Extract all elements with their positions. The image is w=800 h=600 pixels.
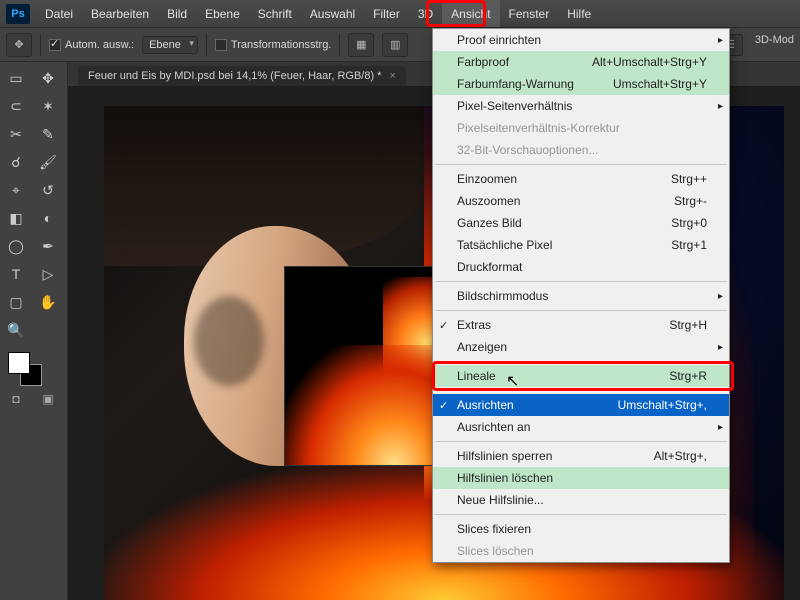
lasso-tool-icon[interactable]: ⊂ — [2, 94, 30, 118]
menu-datei[interactable]: Datei — [36, 0, 82, 27]
path-select-tool-icon[interactable]: ▷ — [34, 262, 62, 286]
menu-item-extras[interactable]: ✓ExtrasStrg+H — [433, 314, 729, 336]
menu-item-new-guide[interactable]: Neue Hilfslinie... — [433, 489, 729, 511]
gradient-tool-icon[interactable]: ◐ — [34, 206, 62, 230]
menu-separator — [435, 164, 727, 165]
screenmode-icon[interactable]: ▣ — [34, 390, 62, 408]
menu-separator — [435, 390, 727, 391]
eyedropper-tool-icon[interactable]: ✎ — [34, 122, 62, 146]
menu-item-snap-to[interactable]: Ausrichten an▸ — [433, 416, 729, 438]
move-tool-icon[interactable]: ✥ — [34, 66, 62, 90]
move-tool-preset-icon[interactable]: ✥ — [6, 33, 32, 57]
menu-schrift[interactable]: Schrift — [249, 0, 301, 27]
menu-item-clear-guides[interactable]: Hilfslinien löschen — [433, 467, 729, 489]
menu-item-print-size[interactable]: Druckformat — [433, 256, 729, 278]
quickmask-icon[interactable]: ◘ — [2, 390, 30, 408]
menu-item-zoom-in[interactable]: EinzoomenStrg++ — [433, 168, 729, 190]
menu-auswahl[interactable]: Auswahl — [301, 0, 364, 27]
menu-item-pixel-ratio-correction: Pixelseitenverhältnis-Korrektur — [433, 117, 729, 139]
transform-controls-label: Transformationsstrg. — [231, 39, 331, 51]
magic-wand-tool-icon[interactable]: ✶ — [34, 94, 62, 118]
menu-item-proof-setup[interactable]: Proof einrichten▸ — [433, 29, 729, 51]
menu-bearbeiten[interactable]: Bearbeiten — [82, 0, 158, 27]
menu-item-zoom-out[interactable]: AuszoomenStrg+- — [433, 190, 729, 212]
app-logo: Ps — [6, 4, 30, 24]
auto-select-checkbox[interactable]: Autom. ausw.: — [49, 39, 134, 51]
pen-tool-icon[interactable]: ✒ — [34, 234, 62, 258]
zoom-tool-icon[interactable]: 🔍 — [2, 318, 30, 342]
transform-controls-checkbox[interactable]: Transformationsstrg. — [215, 39, 331, 51]
menu-item-32bit-preview: 32-Bit-Vorschauoptionen... — [433, 139, 729, 161]
separator — [206, 34, 207, 56]
stamp-tool-icon[interactable]: ⌖ — [2, 178, 30, 202]
menu-item-show[interactable]: Anzeigen▸ — [433, 336, 729, 358]
dodge-tool-icon[interactable]: ◯ — [2, 234, 30, 258]
menu-item-lock-guides[interactable]: Hilfslinien sperrenAlt+Strg+, — [433, 445, 729, 467]
menu-ebene[interactable]: Ebene — [196, 0, 249, 27]
align-icon-1[interactable]: ▦ — [348, 33, 374, 57]
document-tab-title: Feuer und Eis by MDI.psd bei 14,1% (Feue… — [88, 70, 381, 82]
ansicht-menu: Proof einrichten▸ FarbproofAlt+Umschalt+… — [432, 28, 730, 563]
menu-item-actual-pixels[interactable]: Tatsächliche PixelStrg+1 — [433, 234, 729, 256]
menu-item-gamut-warning[interactable]: Farbumfang-WarnungUmschalt+Strg+Y — [433, 73, 729, 95]
tools-panel: ▭ ✥ ⊂ ✶ ✂ ✎ ☌ 🖌 ⌖ ↺ ◧ ◐ ◯ ✒ T ▷ ▢ ✋ 🔍 ◘ … — [0, 62, 68, 600]
menu-item-farbproof[interactable]: FarbproofAlt+Umschalt+Strg+Y — [433, 51, 729, 73]
menu-separator — [435, 281, 727, 282]
type-tool-icon[interactable]: T — [2, 262, 30, 286]
eraser-tool-icon[interactable]: ◧ — [2, 206, 30, 230]
document-tab[interactable]: Feuer und Eis by MDI.psd bei 14,1% (Feue… — [78, 66, 406, 86]
menu-separator — [435, 514, 727, 515]
menu-item-fit-screen[interactable]: Ganzes BildStrg+0 — [433, 212, 729, 234]
menu-item-pixel-ratio[interactable]: Pixel-Seitenverhältnis▸ — [433, 95, 729, 117]
auto-select-label: Autom. ausw.: — [65, 39, 134, 51]
mode-3d-label[interactable]: 3D-Mod — [749, 34, 794, 56]
menu-item-clear-slices: Slices löschen — [433, 540, 729, 562]
menu-fenster[interactable]: Fenster — [500, 0, 559, 27]
brush-tool-icon[interactable]: 🖌 — [34, 150, 62, 174]
menu-item-lock-slices[interactable]: Slices fixieren — [433, 518, 729, 540]
healing-tool-icon[interactable]: ☌ — [2, 150, 30, 174]
menu-item-snap[interactable]: ✓AusrichtenUmschalt+Strg+, — [433, 394, 729, 416]
menu-filter[interactable]: Filter — [364, 0, 409, 27]
crop-tool-icon[interactable]: ✂ — [2, 122, 30, 146]
auto-select-dropdown[interactable]: Ebene — [142, 36, 198, 54]
menu-3d[interactable]: 3D — [409, 0, 442, 27]
menu-separator — [435, 310, 727, 311]
menu-separator — [435, 441, 727, 442]
history-brush-tool-icon[interactable]: ↺ — [34, 178, 62, 202]
hand-tool-icon[interactable]: ✋ — [34, 290, 62, 314]
menu-bild[interactable]: Bild — [158, 0, 196, 27]
menu-bar: Ps Datei Bearbeiten Bild Ebene Schrift A… — [0, 0, 800, 28]
menu-ansicht[interactable]: Ansicht — [442, 0, 499, 27]
align-icon-2[interactable]: ▥ — [382, 33, 408, 57]
separator — [339, 34, 340, 56]
mouse-cursor-icon: ↖ — [506, 371, 519, 391]
menu-hilfe[interactable]: Hilfe — [558, 0, 600, 27]
marquee-tool-icon[interactable]: ▭ — [2, 66, 30, 90]
shape-tool-icon[interactable]: ▢ — [2, 290, 30, 314]
color-swatch[interactable] — [8, 352, 42, 386]
menu-item-rulers[interactable]: LinealeStrg+R — [433, 365, 729, 387]
separator — [40, 34, 41, 56]
menu-item-screen-mode[interactable]: Bildschirmmodus▸ — [433, 285, 729, 307]
close-tab-icon[interactable]: × — [389, 70, 395, 82]
menu-separator — [435, 361, 727, 362]
